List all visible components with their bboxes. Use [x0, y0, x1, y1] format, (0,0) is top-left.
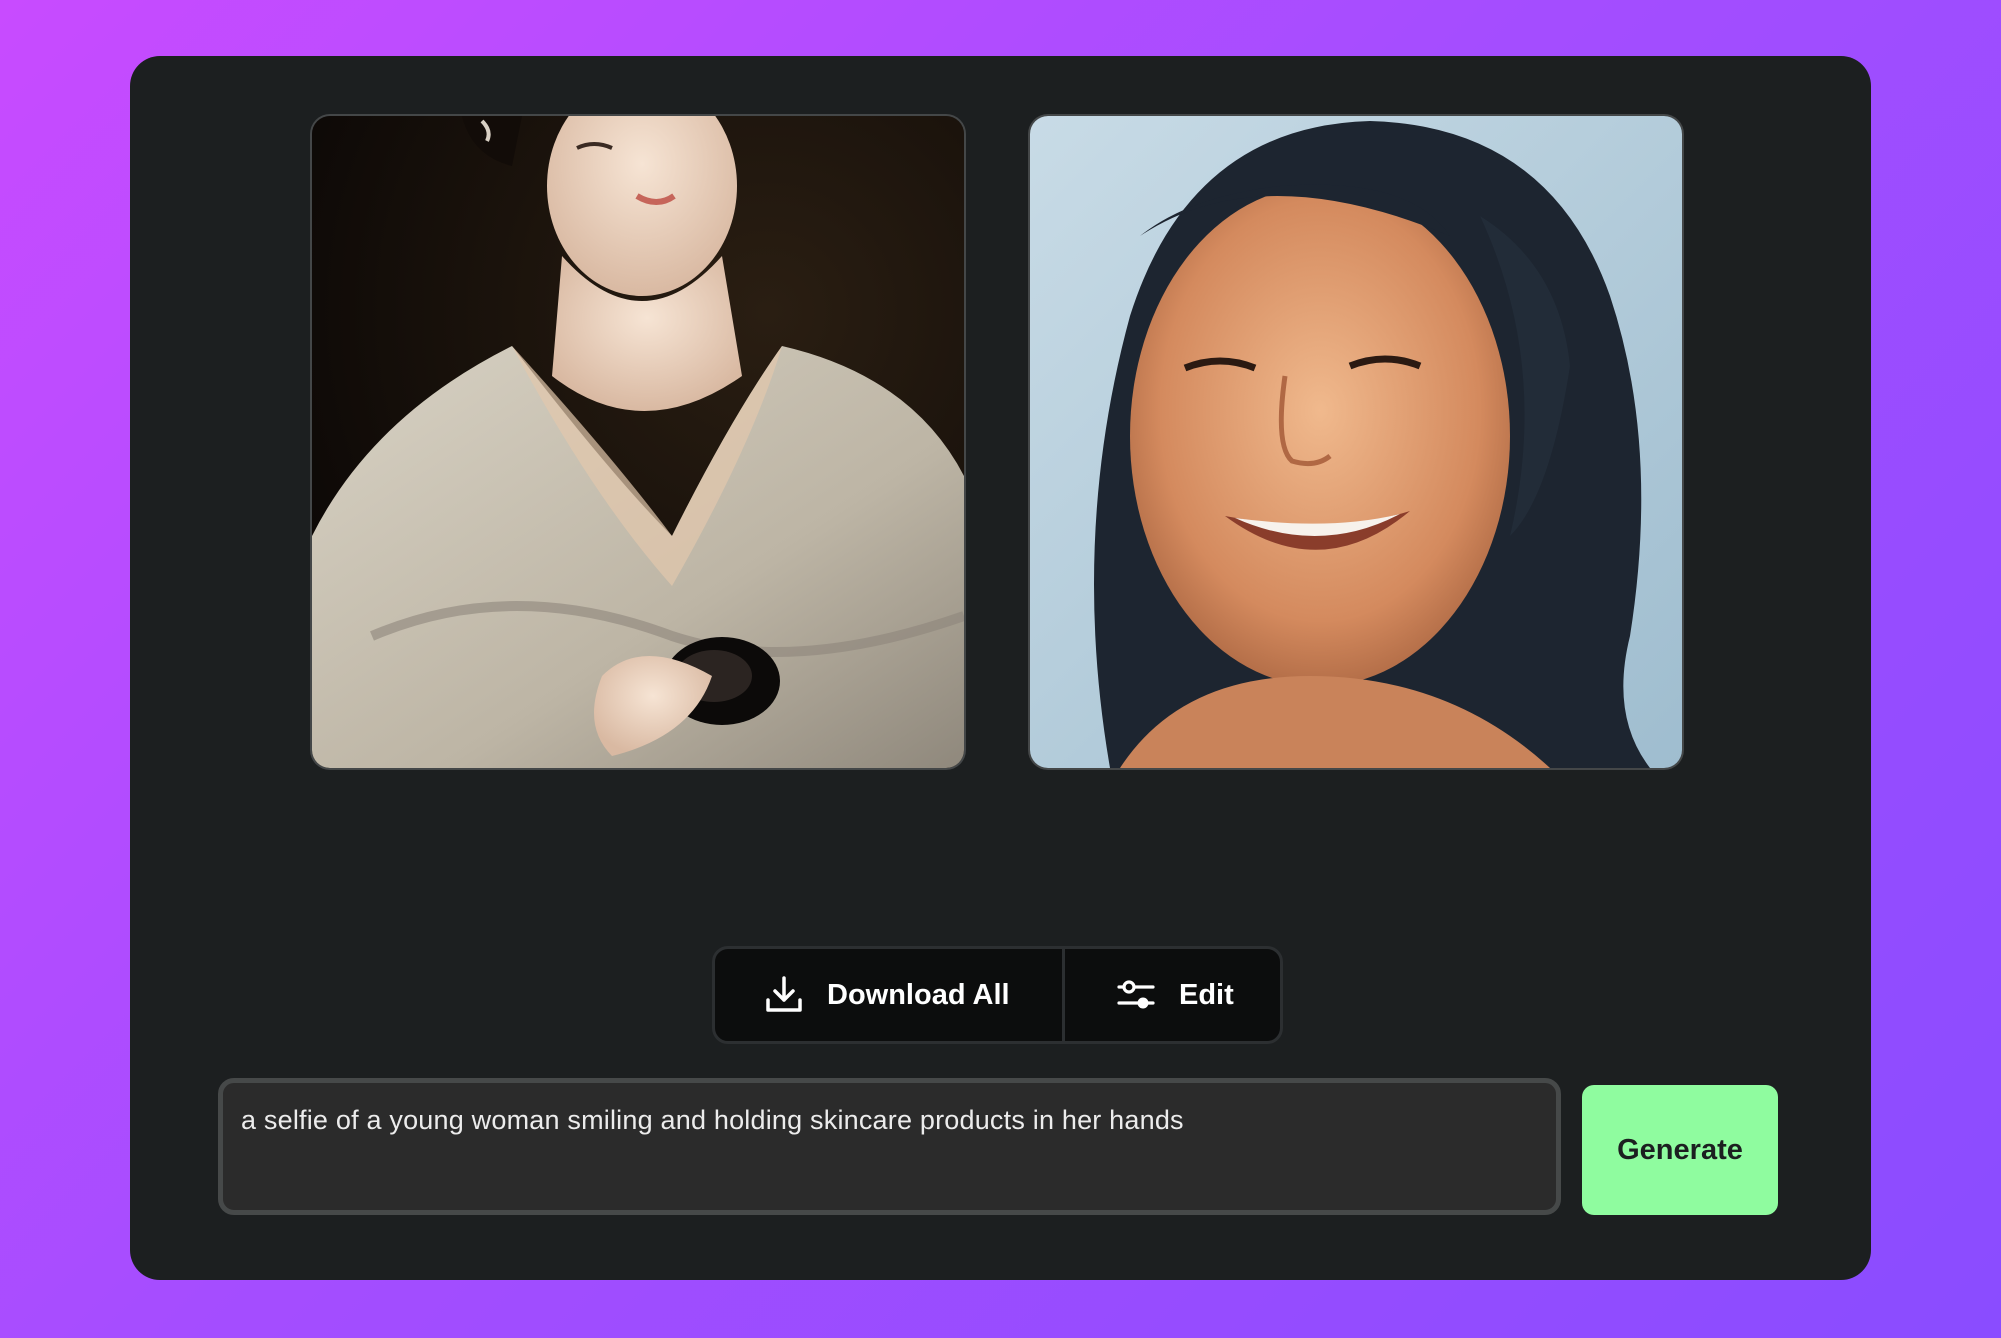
- generated-image-2[interactable]: [1030, 116, 1682, 768]
- image-actions-group: Download All Edit: [712, 946, 1283, 1044]
- prompt-input[interactable]: a selfie of a young woman smiling and ho…: [218, 1078, 1561, 1215]
- portrait-kimono-image: [312, 116, 964, 768]
- edit-label: Edit: [1179, 978, 1234, 1011]
- sliders-icon: [1117, 980, 1155, 1009]
- generated-image-1[interactable]: [312, 116, 964, 768]
- prompt-text: a selfie of a young woman smiling and ho…: [241, 1105, 1184, 1135]
- generator-panel: Download All Edit a selfie of a young wo…: [130, 56, 1871, 1280]
- download-all-label: Download All: [827, 978, 1010, 1011]
- download-all-button[interactable]: Download All: [715, 949, 1065, 1041]
- download-icon: [766, 976, 802, 1012]
- generate-button[interactable]: Generate: [1582, 1085, 1778, 1215]
- generate-label: Generate: [1617, 1133, 1743, 1166]
- portrait-smiling-woman-image: [1030, 116, 1682, 768]
- edit-button[interactable]: Edit: [1065, 949, 1280, 1041]
